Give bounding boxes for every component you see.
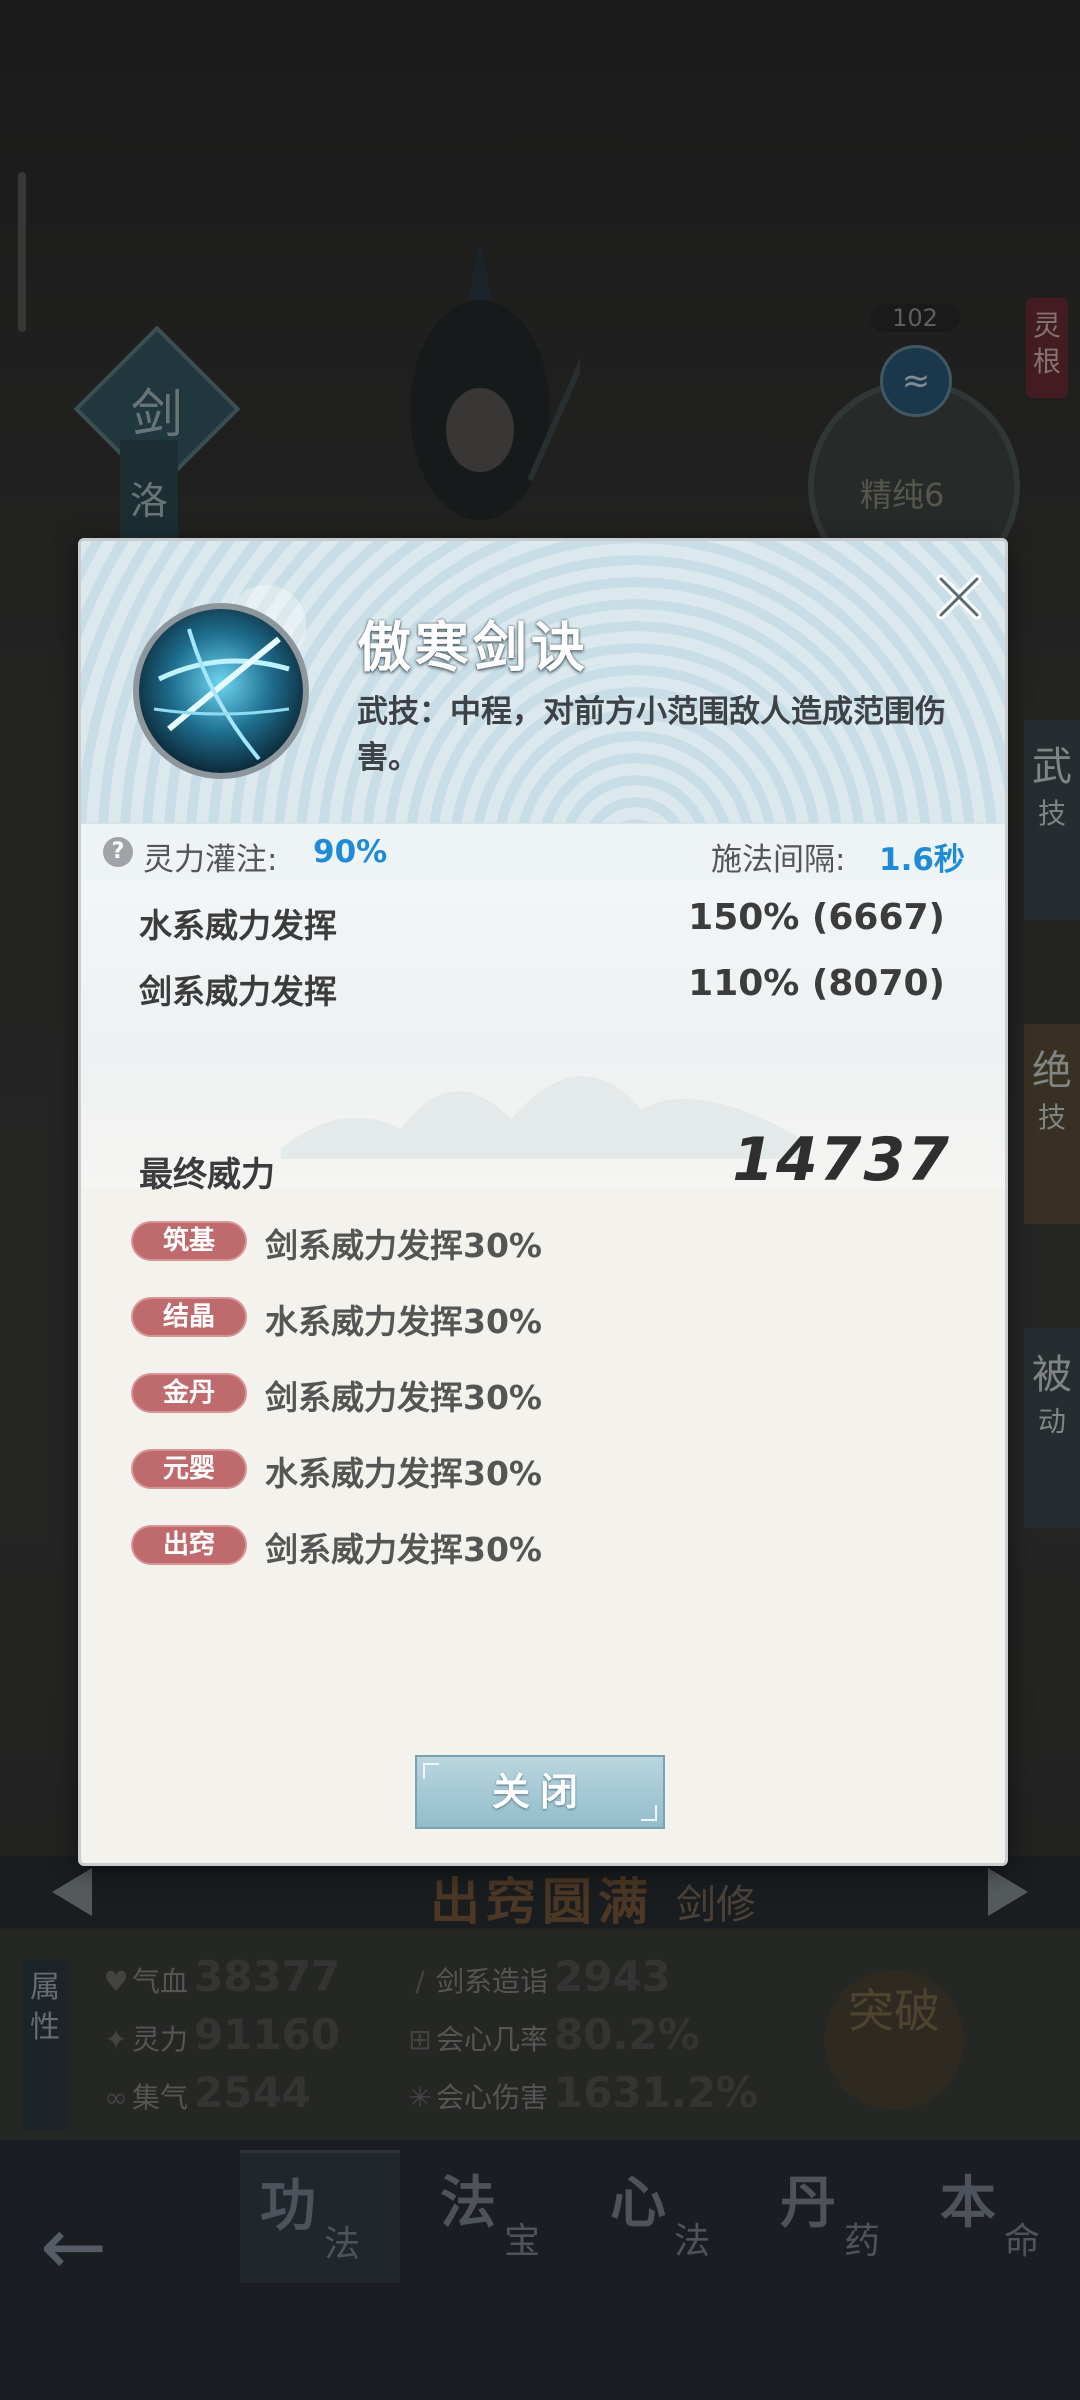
realm-tag: 筑基	[131, 1221, 247, 1261]
close-icon[interactable]	[931, 569, 987, 625]
interval-label: 施法间隔:	[711, 842, 846, 878]
sword-power-label: 剑系威力发挥	[139, 972, 337, 1011]
power-breakdown: 水系威力发挥 150% (6667) 剑系威力发挥 110% (8070) 最终…	[81, 879, 1005, 1195]
help-icon[interactable]: ?	[103, 837, 133, 867]
water-power-value: 150% (6667)	[688, 897, 945, 938]
sword-power-value: 110% (8070)	[688, 963, 945, 1004]
bonus-text: 剑系威力发挥30%	[265, 1530, 542, 1569]
bonus-text: 剑系威力发挥30%	[265, 1378, 542, 1417]
bonus-text: 水系威力发挥30%	[265, 1302, 542, 1341]
bonus-text: 水系威力发挥30%	[265, 1454, 542, 1493]
close-button[interactable]: 关闭	[415, 1755, 665, 1829]
skill-detail-modal: 傲寒剑诀 武技：中程，对前方小范围敌人造成范围伤害。 ? 灵力灌注: 90% 施…	[78, 538, 1008, 1866]
realm-tag: 出窍	[131, 1525, 247, 1565]
realm-tag: 结晶	[131, 1297, 247, 1337]
final-power-label: 最终威力	[139, 1155, 275, 1195]
mountain-mist-decoration	[281, 1076, 801, 1159]
skill-description: 武技：中程，对前方小范围敌人造成范围伤害。	[357, 694, 946, 776]
realm-tag: 元婴	[131, 1449, 247, 1489]
bonus-text: 剑系威力发挥30%	[265, 1226, 542, 1265]
button-corner-ornament	[423, 1763, 439, 1779]
button-corner-ornament	[641, 1805, 657, 1821]
infusion-value: 90%	[313, 834, 388, 870]
infusion-label: 灵力灌注:	[143, 842, 278, 878]
skill-icon	[133, 603, 309, 779]
interval-value: 1.6秒	[879, 842, 965, 878]
infusion-bar: ? 灵力灌注: 90% 施法间隔: 1.6秒	[81, 823, 1005, 880]
realm-tag: 金丹	[131, 1373, 247, 1413]
water-power-label: 水系威力发挥	[139, 906, 337, 945]
final-power-value: 14737	[732, 1125, 951, 1195]
skill-title: 傲寒剑诀	[357, 616, 589, 679]
